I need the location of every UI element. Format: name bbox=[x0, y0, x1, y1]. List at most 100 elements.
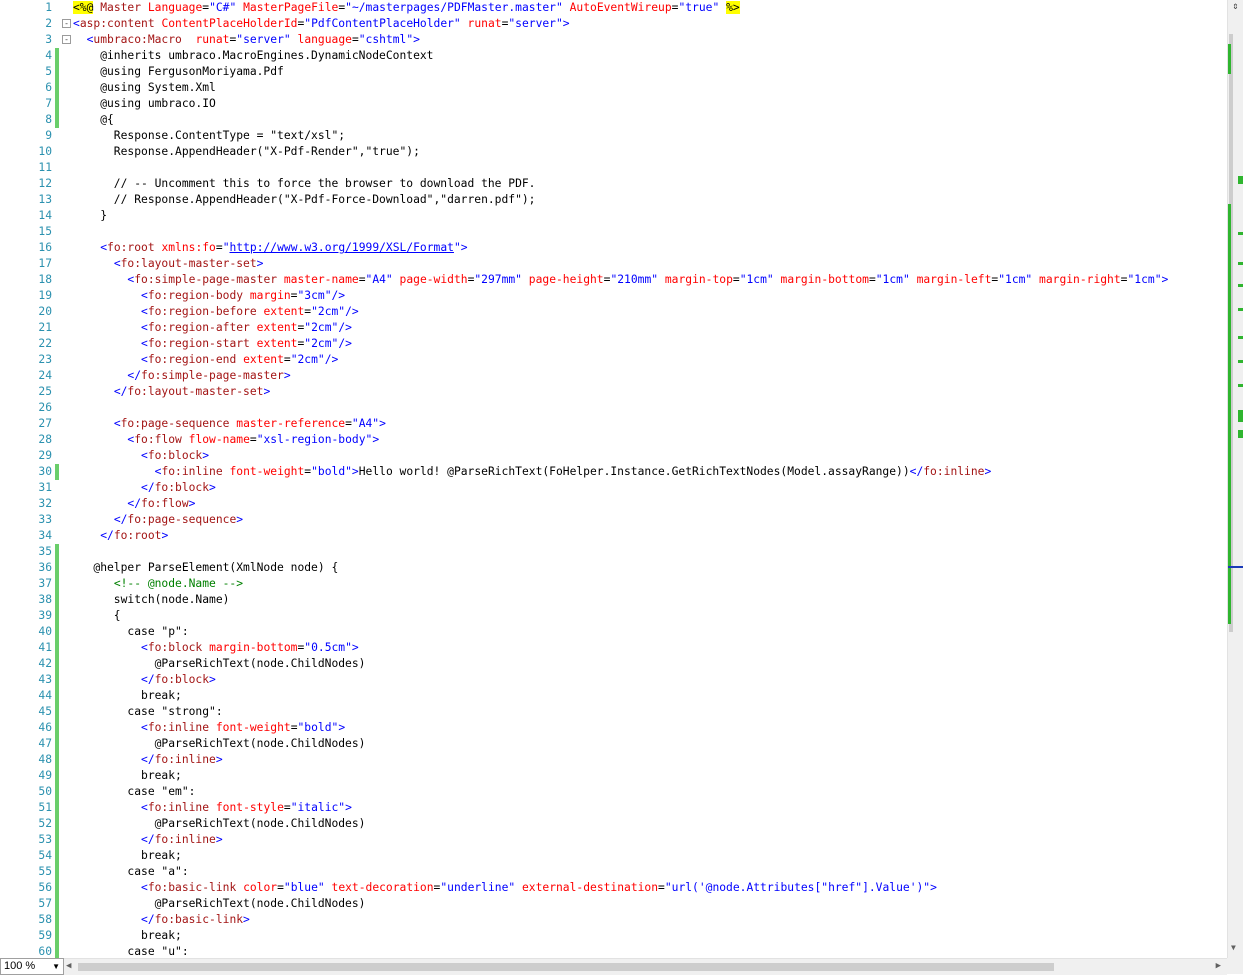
horizontal-scrollbar[interactable]: ◀ ▶ bbox=[64, 958, 1227, 975]
code-text[interactable]: <fo:inline font-weight="bold"> bbox=[73, 720, 345, 736]
code-line[interactable]: 46 <fo:inline font-weight="bold"> bbox=[0, 720, 1227, 736]
code-line[interactable]: 11 bbox=[0, 160, 1227, 176]
code-line[interactable]: 2 - <asp:content ContentPlaceHolderId="Pdf… bbox=[0, 16, 1227, 32]
code-text[interactable]: } bbox=[73, 208, 107, 224]
code-line[interactable]: 53 </fo:inline> bbox=[0, 832, 1227, 848]
code-editor[interactable]: 1 <%@ Master Language="C#" MasterPageFile… bbox=[0, 0, 1227, 958]
code-line[interactable]: 22 <fo:region-start extent="2cm"/> bbox=[0, 336, 1227, 352]
code-line[interactable]: 48 </fo:inline> bbox=[0, 752, 1227, 768]
code-text[interactable]: @helper ParseElement(XmlNode node) { bbox=[73, 560, 338, 576]
code-line[interactable]: 20 <fo:region-before extent="2cm"/> bbox=[0, 304, 1227, 320]
code-line[interactable]: 50 case "em": bbox=[0, 784, 1227, 800]
code-text[interactable]: @using FergusonMoriyama.Pdf bbox=[73, 64, 284, 80]
code-line[interactable]: 6 @using System.Xml bbox=[0, 80, 1227, 96]
code-line[interactable]: 40 case "p": bbox=[0, 624, 1227, 640]
code-line[interactable]: 25 </fo:layout-master-set> bbox=[0, 384, 1227, 400]
code-text[interactable]: break; bbox=[73, 768, 182, 784]
code-line[interactable]: 32 </fo:flow> bbox=[0, 496, 1227, 512]
code-line[interactable]: 5 @using FergusonMoriyama.Pdf bbox=[0, 64, 1227, 80]
code-text[interactable]: <fo:root xmlns:fo="http://www.w3.org/199… bbox=[73, 240, 467, 256]
code-line[interactable]: 18 <fo:simple-page-master master-name="A… bbox=[0, 272, 1227, 288]
code-line[interactable]: 12 // -- Uncomment this to force the bro… bbox=[0, 176, 1227, 192]
code-text[interactable]: <fo:region-after extent="2cm"/> bbox=[73, 320, 352, 336]
code-text[interactable]: <fo:basic-link color="blue" text-decorat… bbox=[73, 880, 937, 896]
code-text[interactable]: case "strong": bbox=[73, 704, 222, 720]
code-line[interactable]: 36 @helper ParseElement(XmlNode node) { bbox=[0, 560, 1227, 576]
code-text[interactable]: @using System.Xml bbox=[73, 80, 216, 96]
code-text[interactable]: @inherits umbraco.MacroEngines.DynamicNo… bbox=[73, 48, 433, 64]
scroll-right-arrow-icon[interactable]: ▶ bbox=[1216, 961, 1221, 971]
code-line[interactable]: 57 @ParseRichText(node.ChildNodes) bbox=[0, 896, 1227, 912]
code-line[interactable]: 31 </fo:block> bbox=[0, 480, 1227, 496]
horizontal-scroll-thumb[interactable] bbox=[78, 963, 1054, 971]
code-text[interactable]: </fo:simple-page-master> bbox=[73, 368, 290, 384]
code-text[interactable]: </fo:layout-master-set> bbox=[73, 384, 270, 400]
code-text[interactable]: // Response.AppendHeader("X-Pdf-Force-Do… bbox=[73, 192, 536, 208]
code-text[interactable]: <umbraco:Macro runat="server" language="… bbox=[73, 32, 420, 48]
code-line[interactable]: 45 case "strong": bbox=[0, 704, 1227, 720]
code-line[interactable]: 43 </fo:block> bbox=[0, 672, 1227, 688]
code-line[interactable]: 42 @ParseRichText(node.ChildNodes) bbox=[0, 656, 1227, 672]
code-text[interactable]: @ParseRichText(node.ChildNodes) bbox=[73, 736, 366, 752]
code-text[interactable]: <asp:content ContentPlaceHolderId="PdfCo… bbox=[73, 16, 570, 32]
code-text[interactable]: <fo:region-end extent="2cm"/> bbox=[73, 352, 338, 368]
code-line[interactable]: 60 case "u": bbox=[0, 944, 1227, 958]
code-text[interactable]: case "em": bbox=[73, 784, 195, 800]
code-line[interactable]: 1 <%@ Master Language="C#" MasterPageFile… bbox=[0, 0, 1227, 16]
code-line[interactable]: 24 </fo:simple-page-master> bbox=[0, 368, 1227, 384]
code-text[interactable]: switch(node.Name) bbox=[73, 592, 230, 608]
code-text[interactable]: <fo:region-start extent="2cm"/> bbox=[73, 336, 352, 352]
code-text[interactable]: <!-- @node.Name --> bbox=[73, 576, 243, 592]
code-text[interactable]: @ParseRichText(node.ChildNodes) bbox=[73, 896, 366, 912]
code-line[interactable]: 28 <fo:flow flow-name="xsl-region-body"> bbox=[0, 432, 1227, 448]
code-text[interactable]: </fo:block> bbox=[73, 672, 216, 688]
code-text[interactable]: <fo:block> bbox=[73, 448, 209, 464]
code-text[interactable]: @{ bbox=[73, 112, 114, 128]
code-line[interactable]: 14 } bbox=[0, 208, 1227, 224]
code-text[interactable]: </fo:block> bbox=[73, 480, 216, 496]
code-text[interactable]: // -- Uncomment this to force the browse… bbox=[73, 176, 536, 192]
code-text[interactable]: <fo:block margin-bottom="0.5cm"> bbox=[73, 640, 359, 656]
code-text[interactable]: <%@ Master Language="C#" MasterPageFile=… bbox=[73, 0, 740, 16]
split-icon[interactable]: ⇕ bbox=[1230, 1, 1241, 13]
code-line[interactable]: 33 </fo:page-sequence> bbox=[0, 512, 1227, 528]
code-line[interactable]: 13 // Response.AppendHeader("X-Pdf-Force… bbox=[0, 192, 1227, 208]
code-text[interactable]: <fo:simple-page-master master-name="A4" … bbox=[73, 272, 1168, 288]
code-text[interactable]: </fo:inline> bbox=[73, 832, 223, 848]
code-line[interactable]: 54 break; bbox=[0, 848, 1227, 864]
code-line[interactable]: 39 { bbox=[0, 608, 1227, 624]
code-line[interactable]: 38 switch(node.Name) bbox=[0, 592, 1227, 608]
code-line[interactable]: 37 <!-- @node.Name --> bbox=[0, 576, 1227, 592]
code-line[interactable]: 59 break; bbox=[0, 928, 1227, 944]
code-text[interactable]: </fo:inline> bbox=[73, 752, 223, 768]
code-text[interactable]: </fo:root> bbox=[73, 528, 168, 544]
code-text[interactable]: <fo:inline font-weight="bold">Hello worl… bbox=[73, 464, 992, 480]
code-text[interactable]: @ParseRichText(node.ChildNodes) bbox=[73, 816, 366, 832]
code-text[interactable]: <fo:region-before extent="2cm"/> bbox=[73, 304, 359, 320]
code-line[interactable]: 7 @using umbraco.IO bbox=[0, 96, 1227, 112]
code-text[interactable]: case "a": bbox=[73, 864, 188, 880]
code-line[interactable]: 47 @ParseRichText(node.ChildNodes) bbox=[0, 736, 1227, 752]
code-text[interactable]: <fo:flow flow-name="xsl-region-body"> bbox=[73, 432, 379, 448]
code-text[interactable]: <fo:region-body margin="3cm"/> bbox=[73, 288, 345, 304]
code-line[interactable]: 23 <fo:region-end extent="2cm"/> bbox=[0, 352, 1227, 368]
code-line[interactable]: 56 <fo:basic-link color="blue" text-deco… bbox=[0, 880, 1227, 896]
code-text[interactable]: <fo:layout-master-set> bbox=[73, 256, 264, 272]
code-line[interactable]: 30 <fo:inline font-weight="bold">Hello w… bbox=[0, 464, 1227, 480]
code-line[interactable]: 35 bbox=[0, 544, 1227, 560]
code-line[interactable]: 55 case "a": bbox=[0, 864, 1227, 880]
code-line[interactable]: 10 Response.AppendHeader("X-Pdf-Render",… bbox=[0, 144, 1227, 160]
collapse-icon[interactable]: - bbox=[62, 35, 71, 44]
code-line[interactable]: 8 @{ bbox=[0, 112, 1227, 128]
code-text[interactable]: break; bbox=[73, 928, 182, 944]
code-text[interactable]: </fo:page-sequence> bbox=[73, 512, 243, 528]
code-text[interactable]: Response.AppendHeader("X-Pdf-Render","tr… bbox=[73, 144, 420, 160]
code-text[interactable]: @using umbraco.IO bbox=[73, 96, 216, 112]
code-text[interactable]: { bbox=[73, 608, 121, 624]
code-line[interactable]: 15 bbox=[0, 224, 1227, 240]
code-line[interactable]: 17 <fo:layout-master-set> bbox=[0, 256, 1227, 272]
code-line[interactable]: 4 @inherits umbraco.MacroEngines.Dynamic… bbox=[0, 48, 1227, 64]
code-text[interactable]: </fo:basic-link> bbox=[73, 912, 250, 928]
code-text[interactable]: break; bbox=[73, 848, 182, 864]
code-line[interactable]: 26 bbox=[0, 400, 1227, 416]
